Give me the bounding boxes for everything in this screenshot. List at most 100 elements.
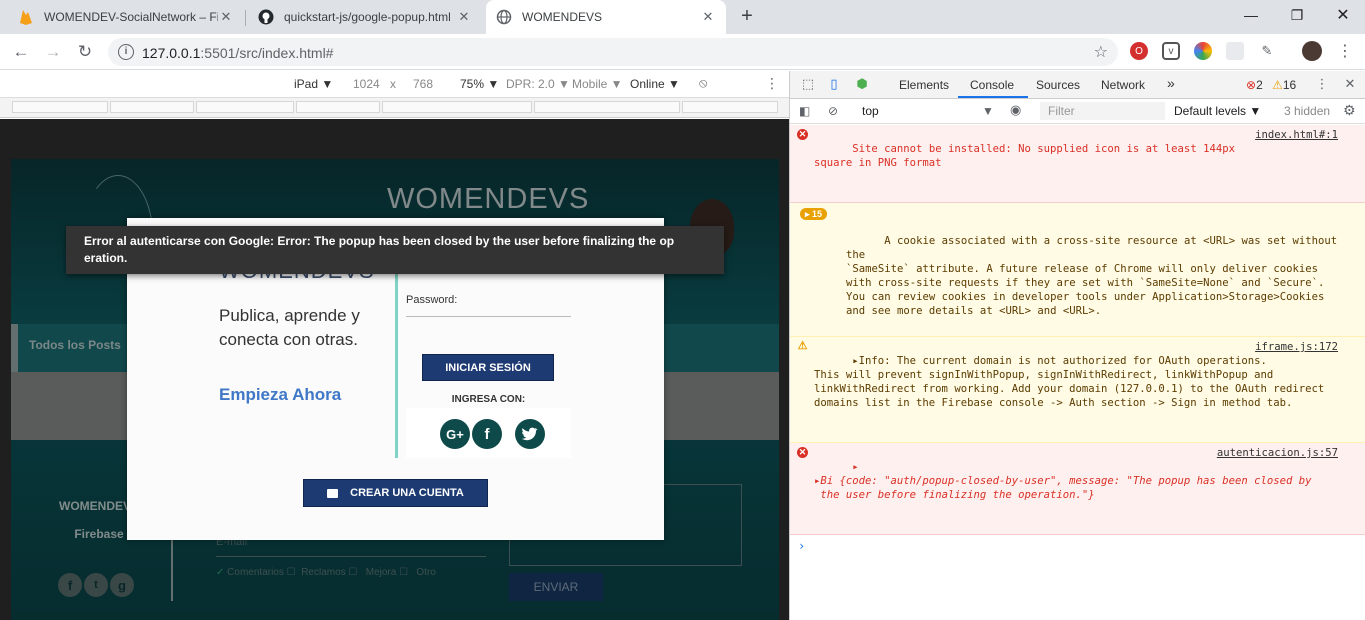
- tab-firebase[interactable]: WOMENDEV-SocialNetwork – Fir ✕: [8, 0, 244, 34]
- extension-hex-icon[interactable]: ⬢: [854, 76, 870, 92]
- source-link[interactable]: iframe.js:172: [1255, 340, 1338, 354]
- device-toolbar: iPad ▼ 1024 x 768 75% ▼ DPR: 2.0 ▼ Mobil…: [0, 71, 789, 98]
- devtools-tabbar: ⬚ ▯ ⬢ Elements Console Sources Network »…: [790, 71, 1365, 99]
- clear-console-icon[interactable]: ⊘: [828, 104, 838, 118]
- login-button[interactable]: INICIAR SESIÓN: [422, 354, 554, 381]
- close-icon[interactable]: ✕: [456, 9, 472, 25]
- device-toggle-icon[interactable]: ▯: [826, 76, 842, 92]
- tab-network[interactable]: Network: [1101, 78, 1145, 92]
- media-query-ruler: [0, 98, 789, 118]
- maximize-icon[interactable]: ❐: [1274, 0, 1320, 30]
- warning-icon: ⚠: [797, 340, 808, 352]
- message-text: ▸ ▸Bi {code: "auth/popup-closed-by-user"…: [814, 461, 1312, 501]
- twitter-icon[interactable]: [515, 419, 545, 449]
- sidebar-toggle-icon[interactable]: ◧: [799, 104, 810, 118]
- message-text: ▸Info: The current domain is not authori…: [814, 355, 1325, 409]
- id-card-icon: [327, 488, 339, 498]
- password-label: Password:: [406, 294, 458, 306]
- devtools-close-icon[interactable]: ✕: [1342, 76, 1358, 92]
- info-icon[interactable]: i: [118, 44, 134, 60]
- message-text: A cookie associated with a cross-site re…: [846, 235, 1338, 317]
- forward-icon[interactable]: →: [40, 40, 66, 64]
- tab-label: WOMENDEVS: [522, 10, 603, 24]
- avatar[interactable]: [1302, 41, 1322, 61]
- error-icon: ✕: [797, 129, 808, 140]
- width-input[interactable]: 1024: [353, 77, 380, 91]
- google-plus-icon[interactable]: G+: [440, 419, 470, 449]
- error-count: 2: [1256, 78, 1263, 92]
- source-link[interactable]: autenticacion.js:57: [1217, 446, 1338, 460]
- tab-sources[interactable]: Sources: [1036, 78, 1080, 92]
- minimize-icon[interactable]: —: [1228, 0, 1274, 30]
- source-link[interactable]: index.html#:1: [1255, 128, 1338, 142]
- console-filter-input[interactable]: Filter: [1040, 102, 1165, 120]
- social-login-box: G+ f: [406, 408, 571, 458]
- url-text[interactable]: 127.0.0.1:5501/src/index.html#: [142, 45, 333, 61]
- console-prompt[interactable]: ›: [790, 535, 1365, 557]
- console-message[interactable]: ▸ 15 A cookie associated with a cross-si…: [790, 203, 1365, 337]
- rotate-icon[interactable]: ⦸: [699, 75, 707, 91]
- times-label: x: [390, 77, 396, 91]
- console-filter-bar: ◧ ⊘ top ▼ ◉ Filter Default levels ▼ 3 hi…: [790, 99, 1365, 124]
- address-bar[interactable]: i 127.0.0.1:5501/src/index.html# ☆: [108, 38, 1118, 66]
- color-picker-icon[interactable]: [1194, 42, 1212, 60]
- close-window-icon[interactable]: ✕: [1320, 0, 1365, 30]
- create-account-label: CREAR UNA CUENTA: [350, 487, 464, 499]
- pocket-icon[interactable]: v: [1162, 42, 1180, 60]
- browser-toolbar: ← → ↻ i 127.0.0.1:5501/src/index.html# ☆…: [0, 34, 1365, 70]
- network-select[interactable]: Online ▼: [630, 77, 680, 91]
- error-icon: ✕: [797, 447, 808, 458]
- create-account-button[interactable]: CREAR UNA CUENTA: [303, 479, 488, 507]
- back-icon[interactable]: ←: [8, 40, 34, 64]
- close-icon[interactable]: ✕: [700, 9, 716, 25]
- inspect-icon[interactable]: ⬚: [800, 76, 816, 92]
- start-now-link[interactable]: Empieza Ahora: [219, 385, 341, 405]
- close-icon[interactable]: ✕: [218, 9, 234, 25]
- message-text: Site cannot be installed: No supplied ic…: [814, 143, 1235, 169]
- eyedropper-icon[interactable]: ✎: [1258, 42, 1276, 60]
- eye-icon[interactable]: ◉: [1010, 102, 1021, 118]
- height-input[interactable]: 768: [413, 77, 433, 91]
- opera-icon[interactable]: O: [1130, 42, 1148, 60]
- error-icon: ⊗: [1246, 78, 1257, 92]
- repeat-count-badge: ▸ 15: [800, 208, 828, 220]
- extension-icon[interactable]: [1226, 42, 1244, 60]
- tab-elements[interactable]: Elements: [899, 78, 949, 92]
- new-tab-button[interactable]: +: [736, 6, 758, 27]
- error-toast: Error al autenticarse con Google: Error:…: [66, 226, 724, 274]
- tab-womendevs[interactable]: WOMENDEVS ✕: [486, 0, 726, 34]
- facebook-icon[interactable]: f: [472, 419, 502, 449]
- firebase-icon: [18, 9, 34, 25]
- bookmark-star-icon[interactable]: ☆: [1094, 42, 1108, 62]
- devtools-panel: ⬚ ▯ ⬢ Elements Console Sources Network »…: [789, 71, 1365, 620]
- tab-console[interactable]: Console: [970, 78, 1014, 92]
- hidden-count: 3 hidden: [1284, 104, 1331, 118]
- more-tabs-icon[interactable]: »: [1167, 75, 1175, 91]
- device-select[interactable]: iPad ▼: [294, 77, 333, 91]
- more-options-icon[interactable]: ⋮: [765, 75, 779, 92]
- tab-github[interactable]: quickstart-js/google-popup.html ✕: [248, 0, 482, 34]
- warning-count: 16: [1282, 78, 1297, 92]
- login-with-label: INGRESA CON:: [451, 394, 526, 405]
- password-field[interactable]: [406, 316, 571, 317]
- console-output: ✕ Site cannot be installed: No supplied i…: [790, 125, 1365, 557]
- github-icon: [258, 9, 274, 25]
- context-dropdown-icon[interactable]: ▼: [982, 104, 994, 118]
- tab-label: WOMENDEV-SocialNetwork – Fir: [44, 10, 218, 24]
- tab-label: quickstart-js/google-popup.html: [284, 10, 451, 24]
- log-levels-select[interactable]: Default levels ▼: [1174, 104, 1261, 118]
- menu-icon[interactable]: ⋮: [1336, 42, 1354, 60]
- console-message[interactable]: ⚠ ▸Info: The current domain is not author…: [790, 337, 1365, 443]
- issue-counter[interactable]: ⊗2 ⚠16: [1246, 78, 1296, 92]
- console-message[interactable]: ✕ ▸ ▸Bi {code: "auth/popup-closed-by-user…: [790, 443, 1365, 535]
- mobile-select[interactable]: Mobile ▼: [572, 77, 623, 91]
- globe-icon: [496, 9, 512, 25]
- zoom-select[interactable]: 75% ▼: [460, 77, 499, 91]
- devtools-menu-icon[interactable]: ⋮: [1314, 76, 1330, 92]
- console-message[interactable]: ✕ Site cannot be installed: No supplied i…: [790, 125, 1365, 203]
- settings-gear-icon[interactable]: ⚙: [1343, 102, 1356, 119]
- reload-icon[interactable]: ↻: [72, 40, 98, 64]
- context-select[interactable]: top: [862, 104, 879, 118]
- modal-slogan: Publica, aprende y conecta con otras.: [219, 306, 360, 349]
- dpr-select[interactable]: DPR: 2.0 ▼: [506, 77, 570, 91]
